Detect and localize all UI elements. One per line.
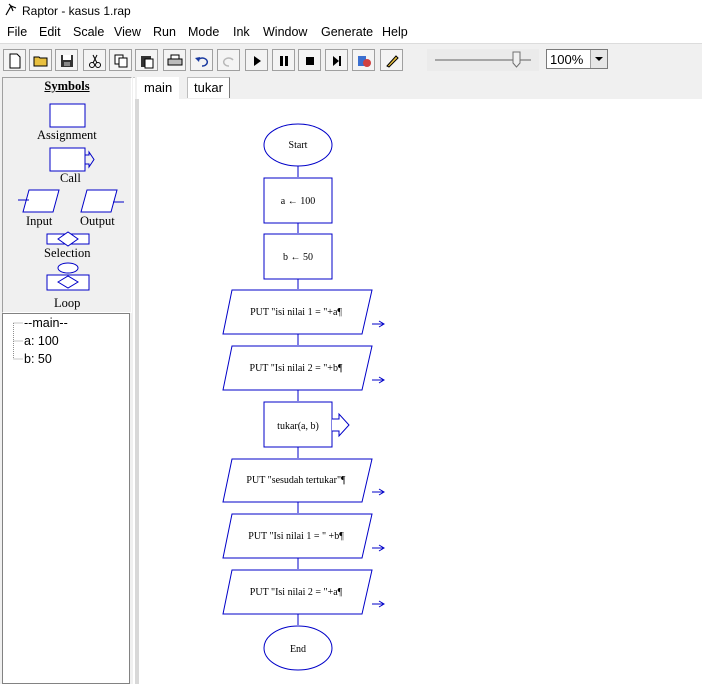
output-text: PUT "Isi nilai 1 = " +b¶ [248,531,344,542]
selection-label: Selection [44,246,91,260]
copy-button[interactable] [109,49,132,71]
menu-run[interactable]: Run [153,25,176,39]
copy-icon [114,54,128,68]
open-folder-icon [33,56,48,67]
window-title: Raptor - kasus 1.rap [22,4,131,18]
print-button[interactable] [163,49,186,71]
loop-symbol-oval [57,262,79,274]
call-arrow [332,412,350,438]
symbols-shapes [18,103,124,291]
new-button[interactable] [3,49,26,71]
call-symbol-arrow [85,150,95,169]
loop-label: Loop [54,296,81,310]
cut-icon [89,54,101,68]
assignment-label: Assignment [37,128,97,142]
call-text: tukar(a, b) [277,421,319,432]
paste-icon [141,56,154,69]
new-file-icon [9,53,21,69]
tab-bar: main tukar [135,77,702,99]
flowchart-canvas[interactable]: Start a ← 100 b ← 50 PUT "isi nilai 1 = … [135,99,702,684]
chevron-down-icon [595,57,603,61]
menu-ink[interactable]: Ink [233,25,250,39]
menu-view[interactable]: View [114,25,141,39]
tab-tukar[interactable]: tukar [187,77,230,98]
menu-generate[interactable]: Generate [321,25,373,39]
redo-button[interactable] [217,49,240,71]
variables-scope: --main-- [24,316,68,330]
redo-icon [222,57,234,67]
output-text: PUT "isi nilai 1 = "+a¶ [250,307,342,318]
tab-main[interactable]: main [137,77,180,99]
test-server-icon [358,56,371,67]
save-button[interactable] [55,49,78,71]
undo-icon [195,57,209,67]
menu-bar: File Edit Scale View Run Mode Ink Window… [0,22,702,43]
flowchart: Start a ← 100 b ← 50 PUT "isi nilai 1 = … [222,123,385,671]
title-bar: Raptor - kasus 1.rap [0,0,702,22]
assignment-text: a ← 100 [281,196,315,207]
step-button[interactable] [325,49,348,71]
output-text: PUT "Isi nilai 2 = "+a¶ [250,587,343,598]
step-icon [333,56,341,66]
menu-window[interactable]: Window [263,25,307,39]
end-label: End [290,644,306,655]
output-label: Output [80,214,115,228]
zoom-select[interactable]: 100% [546,49,608,69]
menu-scale[interactable]: Scale [73,25,104,39]
call-label: Call [60,171,81,185]
call-symbol [49,147,86,172]
speed-slider[interactable] [427,49,539,71]
variables-panel: --main-- a: 100 b: 50 [2,313,130,684]
print-icon [167,54,183,66]
left-panel: Symbols Assignment Call Input Output Sel… [0,77,133,684]
input-label: Input [26,214,53,228]
menu-mode[interactable]: Mode [188,25,219,39]
symbols-panel: Symbols Assignment Call Input Output Sel… [2,77,132,313]
zoom-dropdown-button[interactable] [590,50,607,68]
ink-pen-button[interactable] [380,49,403,71]
assignment-text: b ← 50 [283,252,313,263]
open-button[interactable] [29,49,52,71]
assignment-symbol [49,103,86,128]
pen-icon [386,55,399,68]
cut-button[interactable] [83,49,106,71]
paste-button[interactable] [135,49,158,71]
stop-button[interactable] [298,49,321,71]
zoom-value: 100% [550,52,584,67]
output-symbol [80,189,118,213]
run-icon [254,56,261,66]
variable-item: b: 50 [24,352,52,366]
undo-button[interactable] [190,49,213,71]
execute-button[interactable] [245,49,268,71]
menu-help[interactable]: Help [382,25,408,39]
speed-slider-thumb[interactable] [512,51,522,69]
test-server-button[interactable] [352,49,375,71]
pause-icon [280,56,288,66]
stop-icon [306,57,314,65]
save-icon [61,55,73,67]
pause-button[interactable] [272,49,295,71]
variable-item: a: 100 [24,334,59,348]
output-text: PUT "sesudah tertukar"¶ [246,475,346,486]
raptor-app-icon [5,3,17,16]
menu-file[interactable]: File [7,25,27,39]
start-label: Start [289,140,308,151]
toolbar: 100% [0,43,702,78]
menu-edit[interactable]: Edit [39,25,61,39]
output-text: PUT "Isi nilai 2 = "+b¶ [250,363,343,374]
input-symbol [22,189,60,213]
